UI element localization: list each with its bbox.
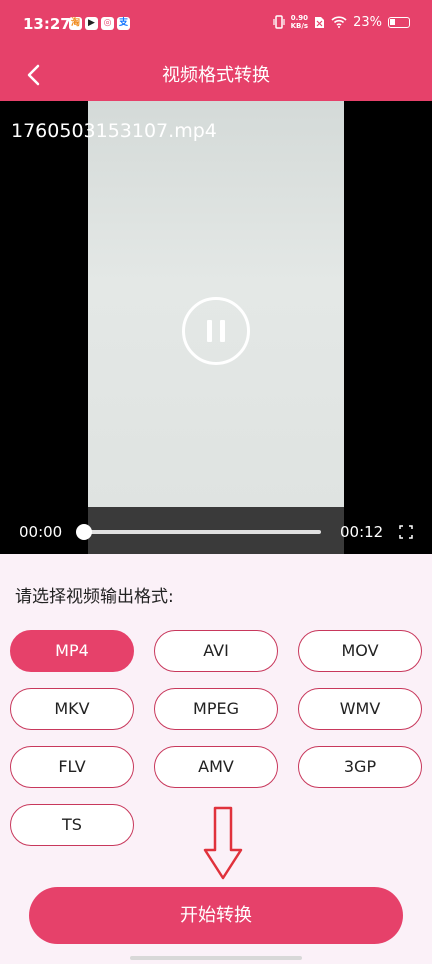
video-player[interactable]: 1760503153107.mp4 00:00 00:12 [0,101,432,554]
browser-app-icon: ◎ [101,17,114,30]
pause-icon [207,320,212,342]
video-app-icon: ▶ [85,17,98,30]
video-file-name: 1760503153107.mp4 [11,120,217,142]
start-conversion-button[interactable]: 开始转换 [29,887,403,944]
network-speed: 0.90 KB/s [291,14,308,30]
status-bar: 13:27 淘 ▶ ◎ 支 0.90 KB/s 23% [0,0,432,50]
format-option-3gp[interactable]: 3GP [298,746,422,788]
sim-icon [315,16,325,28]
fullscreen-icon[interactable] [399,525,413,539]
seek-thumb[interactable] [76,524,92,540]
format-option-mov[interactable]: MOV [298,630,422,672]
format-option-mkv[interactable]: MKV [10,688,134,730]
notification-icons: 淘 ▶ ◎ 支 [69,17,130,30]
page-title: 视频格式转换 [162,65,270,86]
network-speed-value: 0.90 [290,14,308,22]
vibrate-icon [273,15,285,29]
total-time: 00:12 [340,523,384,541]
battery-icon [388,16,410,28]
format-option-wmv[interactable]: WMV [298,688,422,730]
home-indicator[interactable] [130,956,302,960]
down-arrow-icon [203,806,243,880]
battery-percent: 23% [353,14,382,30]
title-bar: 视频格式转换 [0,50,432,101]
status-time: 13:27 [23,15,71,33]
wifi-icon [331,16,347,28]
format-option-avi[interactable]: AVI [154,630,278,672]
pause-button[interactable] [182,297,250,365]
taobao-app-icon: 淘 [69,17,82,30]
format-option-ts[interactable]: TS [10,804,134,846]
current-time: 00:00 [19,523,63,541]
format-prompt: 请选择视频输出格式: [15,587,174,607]
alipay-app-icon: 支 [117,17,130,30]
seek-bar[interactable] [84,530,321,534]
format-option-amv[interactable]: AMV [154,746,278,788]
format-option-mp4[interactable]: MP4 [10,630,134,672]
status-indicators: 0.90 KB/s 23% [273,14,410,30]
format-option-flv[interactable]: FLV [10,746,134,788]
network-speed-unit: KB/s [290,22,309,30]
format-option-mpeg[interactable]: MPEG [154,688,278,730]
